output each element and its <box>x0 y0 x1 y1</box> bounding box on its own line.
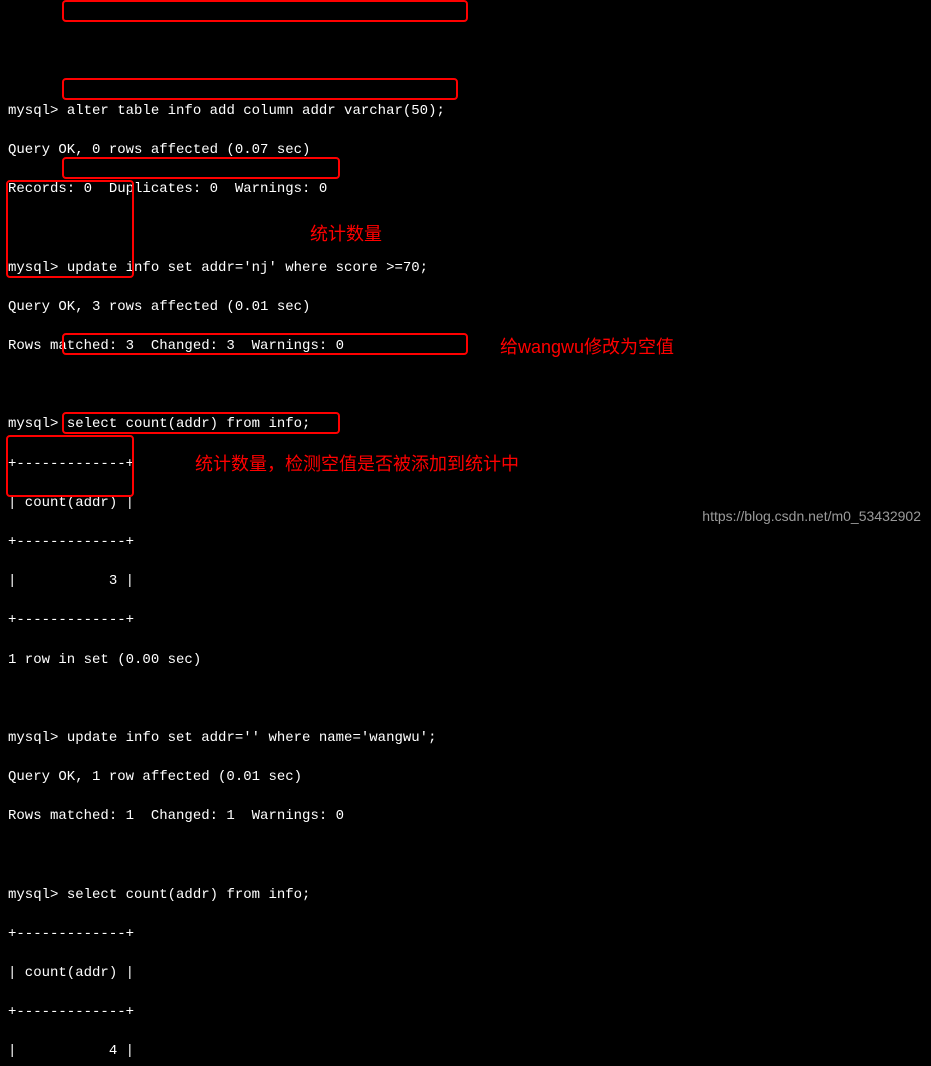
terminal-output: Query OK, 1 row affected (0.01 sec) <box>8 768 923 788</box>
table-row: | 3 | <box>8 572 923 592</box>
mysql-prompt: mysql> <box>8 730 67 746</box>
blank-line <box>8 690 923 710</box>
terminal-line: mysql> update info set addr='' where nam… <box>8 729 923 749</box>
terminal-output: Rows matched: 3 Changed: 3 Warnings: 0 <box>8 337 923 357</box>
watermark-text: https://blog.csdn.net/m0_53432902 <box>702 507 921 527</box>
blank-line <box>8 220 923 240</box>
table-border: +-------------+ <box>8 925 923 945</box>
terminal-output: Query OK, 3 rows affected (0.01 sec) <box>8 298 923 318</box>
table-row: | 4 | <box>8 1042 923 1062</box>
terminal-output: Query OK, 0 rows affected (0.07 sec) <box>8 141 923 161</box>
sql-command: alter table info add column addr varchar… <box>67 103 445 119</box>
table-border: +-------------+ <box>8 533 923 553</box>
terminal-line: mysql> alter table info add column addr … <box>8 102 923 122</box>
highlight-box-cmd2 <box>62 78 458 100</box>
mysql-prompt: mysql> <box>8 416 67 432</box>
terminal-output: Records: 0 Duplicates: 0 Warnings: 0 <box>8 180 923 200</box>
sql-command: update info set addr='' where name='wang… <box>67 730 437 746</box>
annotation-set-empty: 给wangwu修改为空值 <box>500 335 674 360</box>
terminal-line: mysql> select count(addr) from info; <box>8 415 923 435</box>
terminal-line: mysql> select count(addr) from info; <box>8 886 923 906</box>
sql-command: update info set addr='nj' where score >=… <box>67 260 428 276</box>
table-header: | count(addr) | <box>8 964 923 984</box>
blank-line <box>8 847 923 867</box>
mysql-prompt: mysql> <box>8 887 67 903</box>
highlight-box-cmd1 <box>62 0 468 22</box>
terminal-output: 1 row in set (0.00 sec) <box>8 651 923 671</box>
annotation-count-1: 统计数量 <box>310 222 382 247</box>
terminal-output: Rows matched: 1 Changed: 1 Warnings: 0 <box>8 807 923 827</box>
sql-command: select count(addr) from info; <box>67 416 311 432</box>
sql-command: select count(addr) from info; <box>67 887 311 903</box>
blank-line <box>8 376 923 396</box>
annotation-count-2: 统计数量，检测空值是否被添加到统计中 <box>195 452 519 477</box>
terminal-line: mysql> update info set addr='nj' where s… <box>8 259 923 279</box>
mysql-prompt: mysql> <box>8 103 67 119</box>
mysql-prompt: mysql> <box>8 260 67 276</box>
table-border: +-------------+ <box>8 611 923 631</box>
table-border: +-------------+ <box>8 1003 923 1023</box>
